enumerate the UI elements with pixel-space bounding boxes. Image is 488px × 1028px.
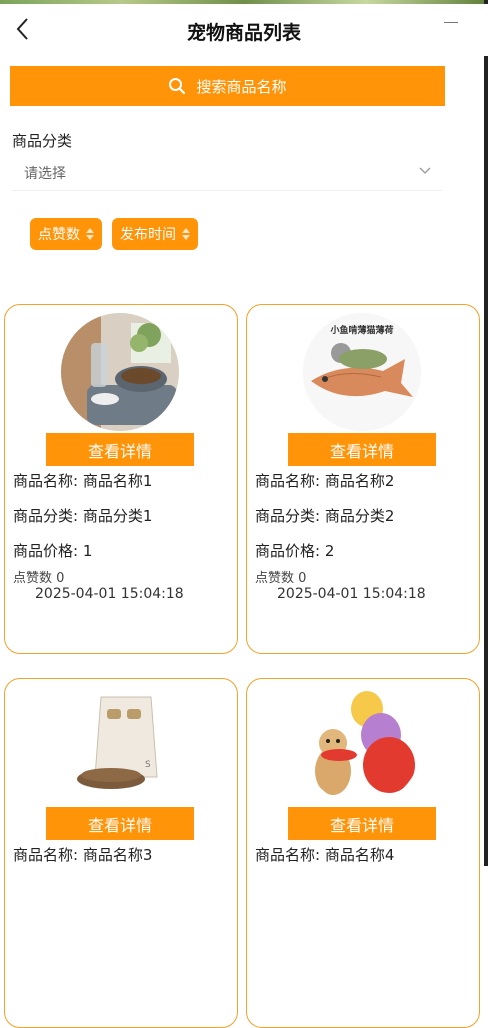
sort-time-label: 发布时间	[120, 227, 176, 243]
sort-arrows-icon	[86, 228, 94, 240]
search-icon	[169, 78, 186, 95]
product-category: 商品分类: 商品分类2	[255, 507, 395, 525]
product-image[interactable]	[61, 313, 179, 431]
category-label: 商品分类	[12, 132, 73, 150]
product-image-caption: 小鱼啃薄猫薄荷	[329, 324, 393, 336]
dog-toy-image	[303, 687, 421, 805]
publish-time: 2025-04-01 15:04:18	[35, 586, 184, 602]
svg-text:S: S	[145, 760, 151, 770]
product-card[interactable]: S 查看详情 商品名称: 商品名称3	[4, 678, 238, 1028]
pet-bowl-image	[61, 313, 179, 431]
category-placeholder: 请选择	[24, 166, 66, 182]
view-detail-button[interactable]: 查看详情	[46, 433, 194, 466]
view-detail-button[interactable]: 查看详情	[46, 807, 194, 840]
page-title: 宠物商品列表	[186, 22, 301, 44]
minimize-icon[interactable]	[444, 22, 458, 23]
product-name: 商品名称: 商品名称3	[13, 846, 153, 864]
view-detail-button[interactable]: 查看详情	[288, 433, 436, 466]
product-price: 商品价格: 1	[13, 542, 93, 560]
fish-toy-image: 小鱼啃薄猫薄荷	[303, 313, 421, 431]
publish-time: 2025-04-01 15:04:18	[277, 586, 426, 602]
food-bag-image: S	[61, 687, 179, 805]
like-count: 点赞数 0	[13, 571, 65, 586]
product-name: 商品名称: 商品名称4	[255, 846, 395, 864]
product-image[interactable]: S	[61, 687, 179, 805]
product-category: 商品分类: 商品分类1	[13, 507, 153, 525]
page-header: 宠物商品列表	[0, 4, 488, 56]
sort-arrows-icon	[182, 228, 190, 240]
scrollbar[interactable]	[484, 0, 488, 866]
search-label: 搜索商品名称	[196, 77, 287, 96]
sort-likes-button[interactable]: 点赞数	[30, 218, 102, 250]
product-card[interactable]: 查看详情 商品名称: 商品名称4	[246, 678, 480, 1028]
product-price: 商品价格: 2	[255, 542, 335, 560]
chevron-down-icon	[419, 167, 431, 174]
product-card[interactable]: 查看详情 商品名称: 商品名称1 商品分类: 商品分类1 商品价格: 1 点赞数…	[4, 304, 238, 654]
sort-time-button[interactable]: 发布时间	[112, 218, 198, 250]
sort-likes-label: 点赞数	[38, 227, 80, 243]
product-image[interactable]	[303, 687, 421, 805]
product-name: 商品名称: 商品名称1	[13, 472, 153, 490]
product-card[interactable]: 小鱼啃薄猫薄荷 查看详情 商品名称: 商品名称2 商品分类: 商品分类2 商品价…	[246, 304, 480, 654]
like-count: 点赞数 0	[255, 571, 307, 586]
category-select[interactable]: 请选择	[12, 154, 442, 191]
product-name: 商品名称: 商品名称2	[255, 472, 395, 490]
view-detail-button[interactable]: 查看详情	[288, 807, 436, 840]
search-button[interactable]: 搜索商品名称	[10, 66, 445, 106]
product-image[interactable]: 小鱼啃薄猫薄荷	[303, 313, 421, 431]
